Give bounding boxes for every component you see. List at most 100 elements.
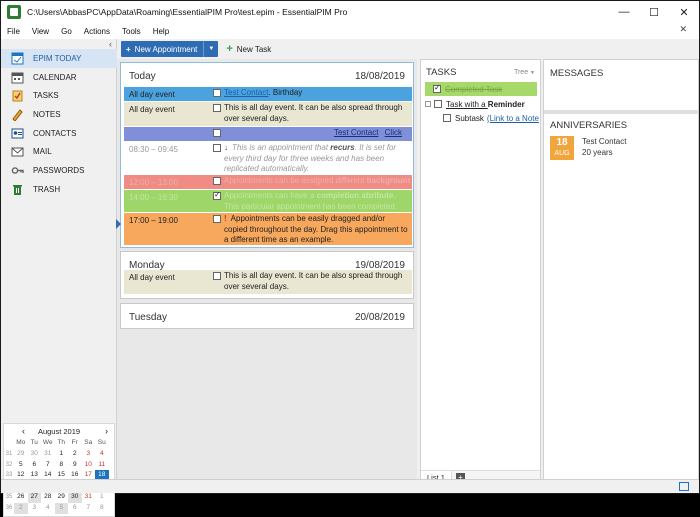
sidebar: ‹ EPIM TODAY CALENDAR TASKS NOTES CONTAC… (1, 39, 117, 517)
sidebar-item-tasks[interactable]: TASKS (1, 86, 117, 105)
calendar-day[interactable]: 8 (95, 503, 109, 514)
calendar-day[interactable]: 29 (14, 449, 28, 460)
task-checkbox-checked[interactable] (433, 83, 441, 93)
week-number: 31 (5, 450, 13, 457)
panel-divider[interactable] (544, 110, 698, 114)
event-contact-click[interactable]: Test Contact Click (124, 127, 412, 141)
sidebar-item-label: EPIM TODAY (33, 53, 82, 63)
contact-link[interactable]: Test Contact (224, 88, 268, 97)
next-month-icon[interactable]: › (105, 426, 108, 436)
plus-icon: + (126, 44, 131, 54)
menu-actions[interactable]: Actions (78, 27, 116, 36)
menu-view[interactable]: View (26, 27, 55, 36)
tree-view-dropdown[interactable]: Tree ▼ (514, 69, 535, 76)
event-text: This is all day event. It can be also sp… (224, 271, 403, 291)
event-checkbox[interactable] (213, 89, 221, 97)
calendar-day[interactable]: 11 (95, 460, 109, 471)
event-completed[interactable]: 14:00 – 16:30 Appointments can have a co… (124, 190, 412, 212)
event-text: ↓ This is an appointment that recurs. It … (224, 143, 410, 175)
calendar-day[interactable]: 5 (14, 460, 28, 471)
sidebar-item-notes[interactable]: NOTES (1, 105, 117, 124)
sidebar-item-label: PASSWORDS (33, 165, 85, 175)
collapse-sidebar-icon[interactable]: ‹ (109, 39, 112, 49)
day-header: Th (57, 439, 66, 446)
mail-icon (11, 145, 24, 158)
tree-toggle-icon[interactable] (425, 101, 431, 107)
sidebar-item-epim-today[interactable]: EPIM TODAY (1, 49, 117, 68)
task-reminder[interactable]: Task with a Reminder (425, 97, 525, 111)
event-checkbox[interactable] (213, 144, 221, 152)
calendar-day[interactable]: 6 (28, 460, 42, 471)
sidebar-item-passwords[interactable]: PASSWORDS (1, 161, 117, 180)
event-text: Test Contact Click (224, 128, 410, 139)
notes-icon (11, 108, 24, 121)
calendar-day[interactable]: 2 (14, 502, 28, 514)
calendar-day[interactable]: 5 (54, 502, 68, 514)
calendar-day[interactable]: 7 (41, 460, 55, 471)
close-document-icon[interactable]: ✕ (673, 24, 693, 35)
calendar-day[interactable]: 1 (55, 449, 69, 460)
calendar-day[interactable]: 7 (82, 503, 96, 514)
sync-status-icon[interactable] (679, 482, 689, 491)
calendar-day[interactable]: 10 (82, 460, 96, 471)
event-checkbox[interactable] (213, 104, 221, 112)
event-checkbox[interactable] (213, 272, 221, 280)
day-header: Tuesday 20/08/2019 (121, 304, 413, 330)
event-draggable[interactable]: 17:00 – 19:00 ! Appointments can be easil… (124, 213, 412, 245)
calendar-icon (11, 71, 24, 84)
event-text: Test Contact. Birthday (224, 88, 410, 99)
dropdown-arrow-icon[interactable]: ▼ (203, 41, 218, 57)
click-link[interactable]: Click (385, 128, 402, 137)
menu-help[interactable]: Help (147, 27, 175, 36)
minimize-button[interactable]: — (609, 1, 639, 23)
event-checkbox[interactable] (213, 129, 221, 137)
sidebar-item-calendar[interactable]: CALENDAR (1, 68, 117, 87)
sidebar-item-mail[interactable]: MAIL (1, 142, 117, 161)
event-checkbox[interactable] (213, 215, 221, 223)
week-number-header (4, 438, 14, 449)
title-bar: C:\Users\AbbasPC\AppData\Roaming\Essenti… (1, 1, 699, 23)
close-button[interactable]: ✕ (669, 1, 699, 23)
event-checkbox-checked[interactable] (213, 190, 221, 200)
calendar-day[interactable]: 6 (68, 503, 82, 514)
sidebar-item-contacts[interactable]: CONTACTS (1, 124, 117, 143)
contact-link[interactable]: Test Contact (334, 128, 378, 137)
event-text-bold: recurs (330, 143, 355, 152)
anniversary-years: 20 years (582, 148, 613, 157)
day-name: Today (129, 70, 156, 82)
anniversary-date-badge: 18 AUG (550, 136, 574, 160)
calendar-day[interactable]: 3 (82, 449, 96, 460)
menu-tools[interactable]: Tools (116, 27, 147, 36)
calendar-day[interactable]: 8 (55, 460, 69, 471)
maximize-button[interactable]: ☐ (639, 1, 669, 23)
calendar-day[interactable]: 4 (41, 503, 55, 514)
calendar-day[interactable]: 3 (28, 503, 42, 514)
event-birthday[interactable]: All day event Test Contact. Birthday (124, 87, 412, 101)
calendar-day[interactable]: 31 (41, 449, 55, 460)
event-all-day[interactable]: All day event This is all day event. It … (124, 270, 412, 294)
mini-calendar-header: ‹ August 2019 › (4, 424, 114, 438)
calendar-day[interactable]: 30 (28, 449, 42, 460)
task-checkbox[interactable] (434, 100, 442, 108)
event-all-day[interactable]: All day event This is all day event. It … (124, 102, 412, 126)
task-checkbox[interactable] (443, 114, 451, 122)
sidebar-item-trash[interactable]: TRASH (1, 180, 117, 199)
task-subtask[interactable]: Subtask (Link to a Note (443, 111, 539, 125)
calendar-day[interactable]: 2 (68, 449, 82, 460)
new-task-button[interactable]: + New Task (226, 43, 271, 55)
menu-go[interactable]: Go (55, 27, 78, 36)
event-background[interactable]: 12:00 – 13:00 Appointments can be assign… (124, 175, 412, 189)
menu-file[interactable]: File (1, 27, 26, 36)
tasks-icon (11, 89, 24, 102)
task-completed[interactable]: Completed Task (425, 82, 537, 96)
new-appointment-button[interactable]: + New Appointment ▼ (121, 41, 219, 57)
plus-icon: + (226, 43, 233, 55)
messages-title: MESSAGES (550, 68, 604, 79)
previous-month-icon[interactable]: ‹ (22, 426, 25, 436)
anniversary-contact[interactable]: Test Contact (582, 137, 626, 147)
note-link[interactable]: (Link to a Note (487, 114, 539, 123)
event-checkbox[interactable] (213, 177, 221, 185)
calendar-day[interactable]: 4 (95, 449, 109, 460)
event-recurring[interactable]: 08:30 – 09:45 ↓ This is an appointment th… (124, 142, 412, 174)
calendar-day[interactable]: 9 (68, 460, 82, 471)
